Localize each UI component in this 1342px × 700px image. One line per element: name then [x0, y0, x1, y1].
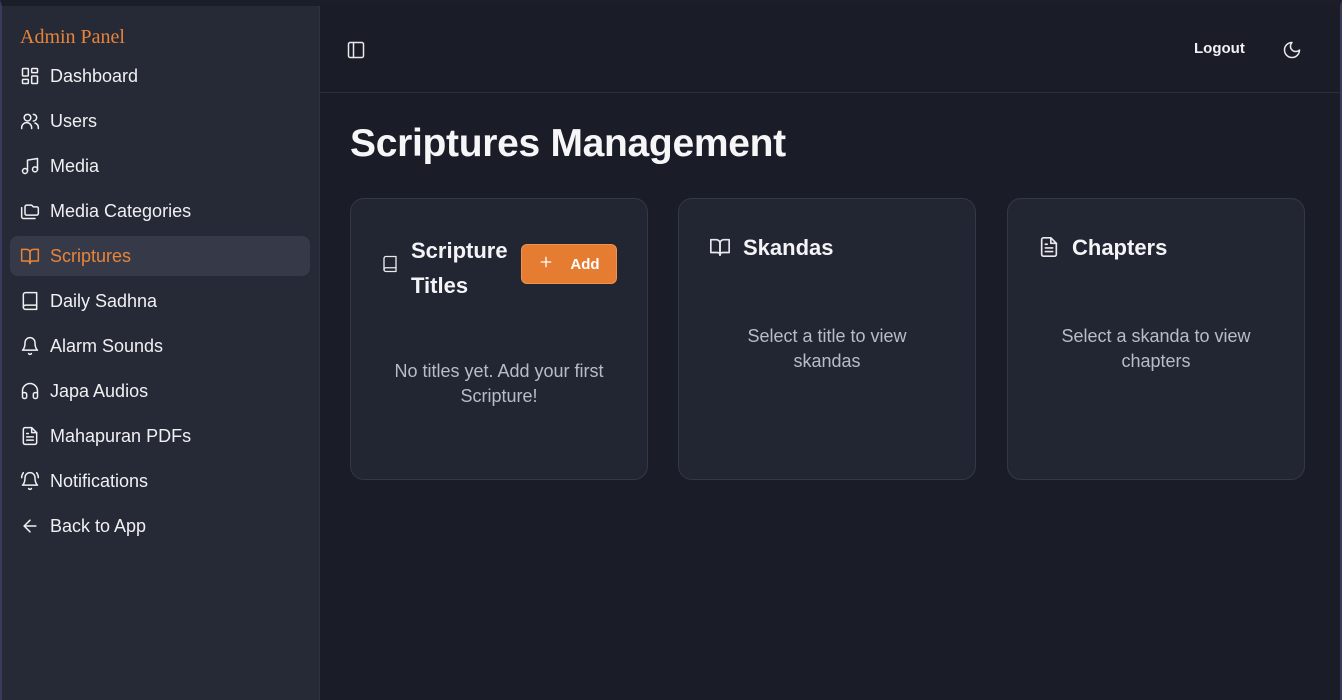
- sidebar-item-dashboard[interactable]: Dashboard: [10, 56, 310, 96]
- card-header: Chapters: [1038, 230, 1167, 265]
- file-text-icon: [20, 426, 40, 446]
- skandas-card: Skandas Select a title to view skandas: [678, 198, 976, 480]
- sidebar-item-japa-audios[interactable]: Japa Audios: [10, 371, 310, 411]
- book-icon: [381, 255, 399, 273]
- card-header: Scripture Titles: [381, 233, 521, 303]
- sidebar-item-label: Media: [50, 155, 100, 176]
- arrow-left-icon: [20, 516, 40, 536]
- plus-icon: [538, 254, 554, 274]
- open-book-icon: [20, 246, 40, 266]
- page-title: Scriptures Management: [350, 122, 786, 165]
- music-note-icon: [20, 156, 40, 176]
- sidebar: Admin Panel Dashboard Users Media Media …: [2, 6, 320, 700]
- card-title: Chapters: [1072, 235, 1168, 260]
- logout-button[interactable]: Logout: [1194, 40, 1245, 57]
- layout-grid-icon: [20, 66, 40, 86]
- card-header: Skandas: [709, 230, 834, 265]
- add-title-button[interactable]: Add: [521, 244, 617, 284]
- moon-icon: [1282, 41, 1302, 64]
- sidebar-item-label: Dashboard: [50, 65, 139, 86]
- sidebar-item-label: Back to App: [50, 515, 147, 536]
- card-title: Skandas: [743, 235, 834, 260]
- sidebar-item-media[interactable]: Media: [10, 146, 310, 186]
- sidebar-item-scriptures[interactable]: Scriptures: [10, 236, 310, 276]
- theme-toggle-button[interactable]: [1282, 40, 1306, 64]
- bell-icon: [20, 336, 40, 356]
- sidebar-toggle-button[interactable]: [346, 40, 370, 64]
- folders-icon: [20, 201, 40, 221]
- sidebar-toggle-icon: [346, 41, 366, 64]
- top-bar: Logout: [320, 6, 1340, 93]
- headphones-icon: [20, 381, 40, 401]
- add-button-label: Add: [570, 255, 600, 273]
- sidebar-item-label: Japa Audios: [50, 380, 149, 401]
- users-icon: [20, 111, 40, 131]
- empty-state-message: No titles yet. Add your first Scripture!: [394, 361, 604, 406]
- card-title: Scripture Titles: [411, 238, 508, 298]
- sidebar-item-notifications[interactable]: Notifications: [10, 461, 310, 501]
- sidebar-item-media-categories[interactable]: Media Categories: [10, 191, 310, 231]
- scripture-titles-card: Scripture Titles Add No titles yet. Add …: [350, 198, 648, 480]
- sidebar-item-label: Scriptures: [50, 245, 132, 266]
- sidebar-item-daily-sadhna[interactable]: Daily Sadhna: [10, 281, 310, 321]
- chapters-card: Chapters Select a skanda to view chapter…: [1007, 198, 1305, 480]
- sidebar-item-back-to-app[interactable]: Back to App: [10, 506, 310, 546]
- book-icon: [20, 291, 40, 311]
- file-text-icon: [1038, 236, 1060, 258]
- brand-title: Admin Panel: [20, 26, 125, 48]
- empty-state-message: Select a skanda to view chapters: [1061, 326, 1251, 371]
- sidebar-item-users[interactable]: Users: [10, 101, 310, 141]
- bell-ring-icon: [20, 471, 40, 491]
- sidebar-item-label: Media Categories: [50, 200, 192, 221]
- sidebar-item-mahapuran-pdfs[interactable]: Mahapuran PDFs: [10, 416, 310, 456]
- sidebar-item-label: Users: [50, 110, 98, 131]
- empty-state-message: Select a title to view skandas: [747, 326, 907, 371]
- sidebar-item-label: Daily Sadhna: [50, 290, 158, 311]
- sidebar-nav: Dashboard Users Media Media Categories S…: [10, 56, 310, 551]
- sidebar-item-label: Alarm Sounds: [50, 335, 164, 356]
- sidebar-item-label: Mahapuran PDFs: [50, 425, 192, 446]
- sidebar-item-label: Notifications: [50, 470, 149, 491]
- sidebar-item-alarm-sounds[interactable]: Alarm Sounds: [10, 326, 310, 366]
- open-book-icon: [709, 236, 731, 258]
